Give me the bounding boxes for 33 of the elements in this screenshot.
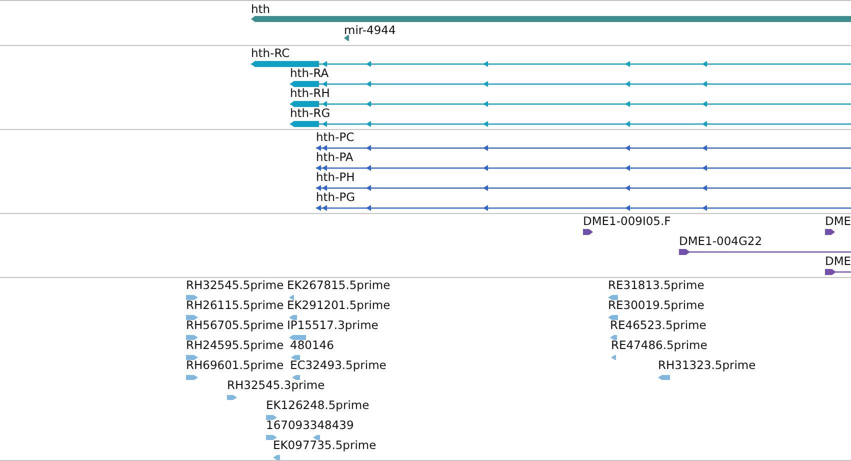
feature-label: hth-PC [316, 130, 354, 144]
feature-label: RH32545.5prime [186, 278, 284, 292]
feature-label: RH56705.5prime [186, 318, 284, 332]
feature-label: RE31813.5prime [608, 278, 704, 292]
feature-label: hth-RC [251, 46, 290, 60]
feature-label: RH24595.5prime [186, 338, 284, 352]
feature-label: hth-PG [316, 190, 356, 204]
feature-label: RE46523.5prime [610, 318, 706, 332]
feature-label: hth-RH [290, 86, 330, 100]
feature-label: mir-4944 [344, 23, 396, 37]
feature-label: RH26115.5prime [186, 298, 284, 312]
feature-label: RH69601.5prime [186, 358, 284, 372]
feature-label: hth-RG [290, 106, 330, 120]
feature-label: 480146 [290, 338, 334, 352]
feature-label: DME [825, 214, 851, 228]
feature-label: DME1-004G22 [679, 234, 762, 248]
feature-label: RH31323.5prime [658, 358, 756, 372]
feature-label: RH32545.3prime [227, 378, 325, 392]
feature-label: hth-PA [316, 150, 354, 164]
feature-label: RE47486.5prime [611, 338, 708, 352]
feature-label: hth-PH [316, 170, 355, 184]
feature-label: EC32493.5prime [290, 358, 386, 372]
feature-label: DME1-009I05.F [583, 214, 671, 228]
feature-label: IP15517.3prime [287, 318, 378, 332]
feature-label: EK291201.5prime [287, 298, 390, 312]
feature-label: DME [825, 254, 851, 268]
feature-label: EK267815.5prime [287, 278, 390, 292]
feature-label: 167093348439 [266, 418, 354, 432]
feature-label: EK126248.5prime [266, 398, 370, 412]
feature-label: RE30019.5prime [608, 298, 704, 312]
feature-label: hth-RA [290, 66, 329, 80]
feature-label: EK097735.5prime [273, 438, 376, 452]
feature-label: hth [251, 2, 270, 16]
